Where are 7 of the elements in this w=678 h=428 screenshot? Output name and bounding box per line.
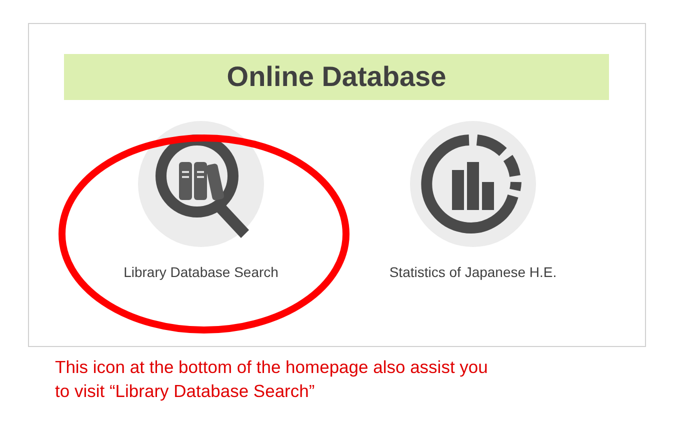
book-search-icon	[137, 120, 265, 248]
bar-chart-icon	[409, 120, 537, 248]
database-link[interactable]: Statistics of Japanese H.E.	[353, 120, 593, 280]
section-title: Online Database	[64, 54, 609, 100]
annotation-text: This icon at the bottom of the homepage also assist you	[55, 356, 489, 379]
annotation-text: to visit “Library Database Search”	[55, 380, 316, 403]
database-link[interactable]: Library Database Search	[81, 120, 321, 280]
